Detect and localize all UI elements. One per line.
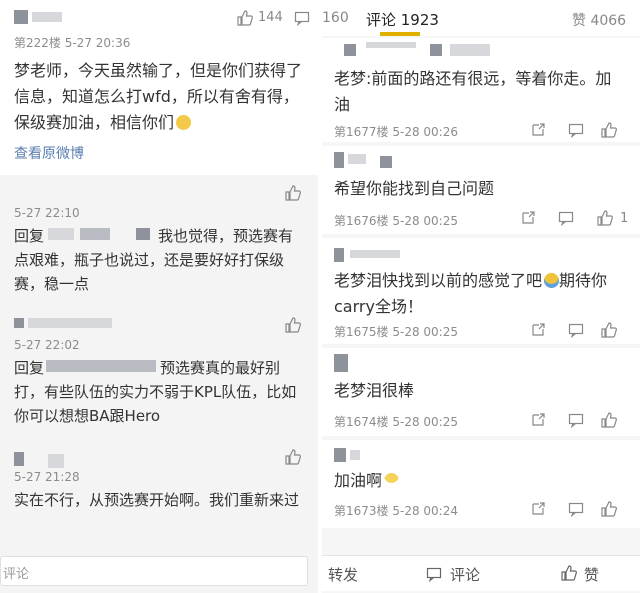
laugh-cry-emoji-icon	[384, 473, 400, 488]
right-comment-panel: 160 评论 1923 赞 4066 老梦:前面的路还有很远，等着你走。加油 第…	[322, 0, 640, 593]
username-blur	[380, 156, 392, 168]
tab-reposts-count[interactable]: 160	[322, 10, 349, 26]
cry-emoji-icon	[544, 273, 560, 288]
reply-body: 打，有些队伍的实力不弱于KPL队伍，比如你可以想想BA跟Hero	[14, 380, 304, 428]
reply-time: 5-27 21:28	[14, 470, 80, 484]
comment-meta: 第1674楼 5-28 00:25	[334, 415, 458, 429]
avatar-blur	[334, 248, 344, 262]
thumbs-up-icon[interactable]	[284, 448, 302, 466]
thumbs-up-icon[interactable]	[600, 411, 618, 429]
reply-body: 实在不行，从预选赛开始啊。我们重新来过	[14, 488, 304, 512]
comment-body: 老梦泪快找到以前的感觉了吧 期待你carry全场！	[334, 268, 634, 320]
comment-icon[interactable]	[558, 210, 574, 226]
share-icon[interactable]	[530, 412, 546, 428]
username-blur	[32, 12, 62, 22]
reply-mid-text: 预选赛真的最好别	[160, 359, 281, 377]
left-comment-panel: 144 第222楼 5-27 20:36 梦老师，今天虽然输了，但是你们获得了信…	[0, 0, 318, 593]
username-blur	[366, 42, 416, 48]
comment-text: 老梦泪快找到以前的感觉了吧	[334, 271, 543, 290]
username-blur	[48, 454, 64, 468]
tab-comments[interactable]: 评论 1923	[366, 9, 439, 30]
reply-card-3: 5-27 21:28 实在不行，从预选赛开始啊。我们重新来过	[0, 444, 318, 544]
comment-text: 老梦泪很棒	[334, 381, 415, 400]
thumbs-up-icon[interactable]	[600, 500, 618, 518]
share-icon[interactable]	[530, 322, 546, 338]
reply-time: 5-27 22:02	[14, 338, 80, 352]
comment-button[interactable]: 评论	[450, 564, 480, 585]
comment-meta: 第1673楼 5-28 00:24	[334, 504, 458, 518]
thumbs-up-icon[interactable]	[600, 121, 618, 139]
comment-body: 加油啊	[334, 468, 624, 494]
comment-input[interactable]: 评论	[0, 556, 308, 586]
reply-body: 我也觉得，预选赛有点艰难，瓶子也说过，还是要好好打保级赛，稳一点	[14, 224, 304, 296]
top-comment-like-count: 144	[258, 10, 283, 25]
comment-text: 加油啊	[334, 471, 383, 490]
reply-card-1: 5-27 22:10 回复 我也觉得，预选赛有点艰难，瓶子也说过，还是要好好打保…	[0, 178, 318, 298]
thumbs-up-icon[interactable]	[284, 184, 302, 202]
share-icon[interactable]	[530, 122, 546, 138]
comment-item: 希望你能找到自己问题 第1676楼 5-28 00:25 1	[322, 146, 640, 234]
avatar-blur	[334, 354, 348, 372]
tab-likes[interactable]: 赞 4066	[572, 10, 626, 30]
comment-input-placeholder: 评论	[3, 567, 30, 582]
comment-item: 老梦泪快找到以前的感觉了吧 期待你carry全场！ 第1675楼 5-28 00:…	[322, 238, 640, 344]
avatar-blur	[334, 448, 346, 462]
thumbs-up-icon[interactable]	[560, 564, 578, 582]
username-blur	[450, 44, 490, 56]
comment-meta: 第1676楼 5-28 00:25	[334, 214, 458, 228]
comment-text: 老梦:前面的路还有很远，等着你走。加油	[334, 69, 612, 114]
username-blur	[28, 318, 112, 328]
reply-text: 我也觉得，预选赛有点艰难，瓶子也说过，还是要好好打保级赛，稳一点	[14, 227, 294, 293]
avatar-blur	[14, 318, 24, 328]
avatar-blur	[334, 152, 344, 168]
share-icon[interactable]	[530, 501, 546, 517]
comment-text: 希望你能找到自己问题	[334, 179, 495, 198]
comment-icon[interactable]	[568, 501, 584, 517]
comment-icon[interactable]	[568, 322, 584, 338]
thumbs-up-icon[interactable]	[236, 9, 254, 27]
avatar-blur	[14, 452, 24, 466]
reply-prefix: 回复	[14, 359, 45, 377]
avatar-blur	[14, 10, 28, 24]
reply-text: 打，有些队伍的实力不弱于KPL队伍，比如你可以想想BA跟Hero	[14, 383, 297, 425]
thumbs-up-icon[interactable]	[596, 209, 614, 227]
comment-like-count: 1	[620, 211, 629, 226]
share-icon[interactable]	[520, 210, 536, 226]
bottom-action-bar: 转发 评论 赞	[322, 555, 640, 591]
comment-item: 老梦:前面的路还有很远，等着你走。加油 第1677楼 5-28 00:26	[322, 38, 640, 142]
avatar-blur	[344, 44, 356, 56]
smile-emoji-icon	[176, 115, 192, 130]
comment-body: 希望你能找到自己问题	[334, 176, 624, 202]
comment-icon[interactable]	[426, 566, 442, 582]
top-comment-meta: 第222楼 5-27 20:36	[14, 36, 131, 50]
comment-body: 老梦:前面的路还有很远，等着你走。加油	[334, 66, 624, 118]
top-comment-card: 144 第222楼 5-27 20:36 梦老师，今天虽然输了，但是你们获得了信…	[0, 0, 318, 175]
repost-button[interactable]: 转发	[328, 564, 358, 585]
thumbs-up-icon[interactable]	[284, 316, 302, 334]
username-blur	[350, 250, 400, 258]
username-blur	[350, 450, 360, 460]
reply-text: 实在不行，从预选赛开始啊。我们重新来过	[14, 491, 300, 509]
comment-meta: 第1675楼 5-28 00:25	[334, 325, 458, 339]
comment-item: 加油啊 第1673楼 5-28 00:24	[322, 440, 640, 528]
top-comment-body: 梦老师，今天虽然输了，但是你们获得了信息，知道怎么打wfd，所以有舍有得，保级赛…	[14, 58, 304, 136]
comment-item: 老梦泪很棒 第1674楼 5-28 00:25	[322, 348, 640, 436]
tab-indicator-blur	[380, 32, 420, 36]
comment-meta: 第1677楼 5-28 00:26	[334, 125, 458, 139]
mention-blur	[46, 360, 156, 372]
comment-icon[interactable]	[568, 122, 584, 138]
thumbs-up-icon[interactable]	[600, 321, 618, 339]
top-comment-text: 梦老师，今天虽然输了，但是你们获得了信息，知道怎么打wfd，所以有舍有得，保级赛…	[14, 61, 303, 132]
reply-time: 5-27 22:10	[14, 206, 80, 220]
view-original-link[interactable]: 查看原微博	[14, 143, 84, 163]
comment-tabs-bar: 160 评论 1923 赞 4066	[322, 0, 640, 36]
comment-body: 老梦泪很棒	[334, 378, 624, 404]
like-button[interactable]: 赞	[584, 564, 599, 585]
comment-icon[interactable]	[568, 412, 584, 428]
username-blur	[430, 44, 442, 56]
username-blur	[348, 154, 366, 164]
reply-card-2: 5-27 22:02 回复 预选赛真的最好别 打，有些队伍的实力不弱于KPL队伍…	[0, 310, 318, 434]
comment-icon[interactable]	[294, 10, 310, 26]
